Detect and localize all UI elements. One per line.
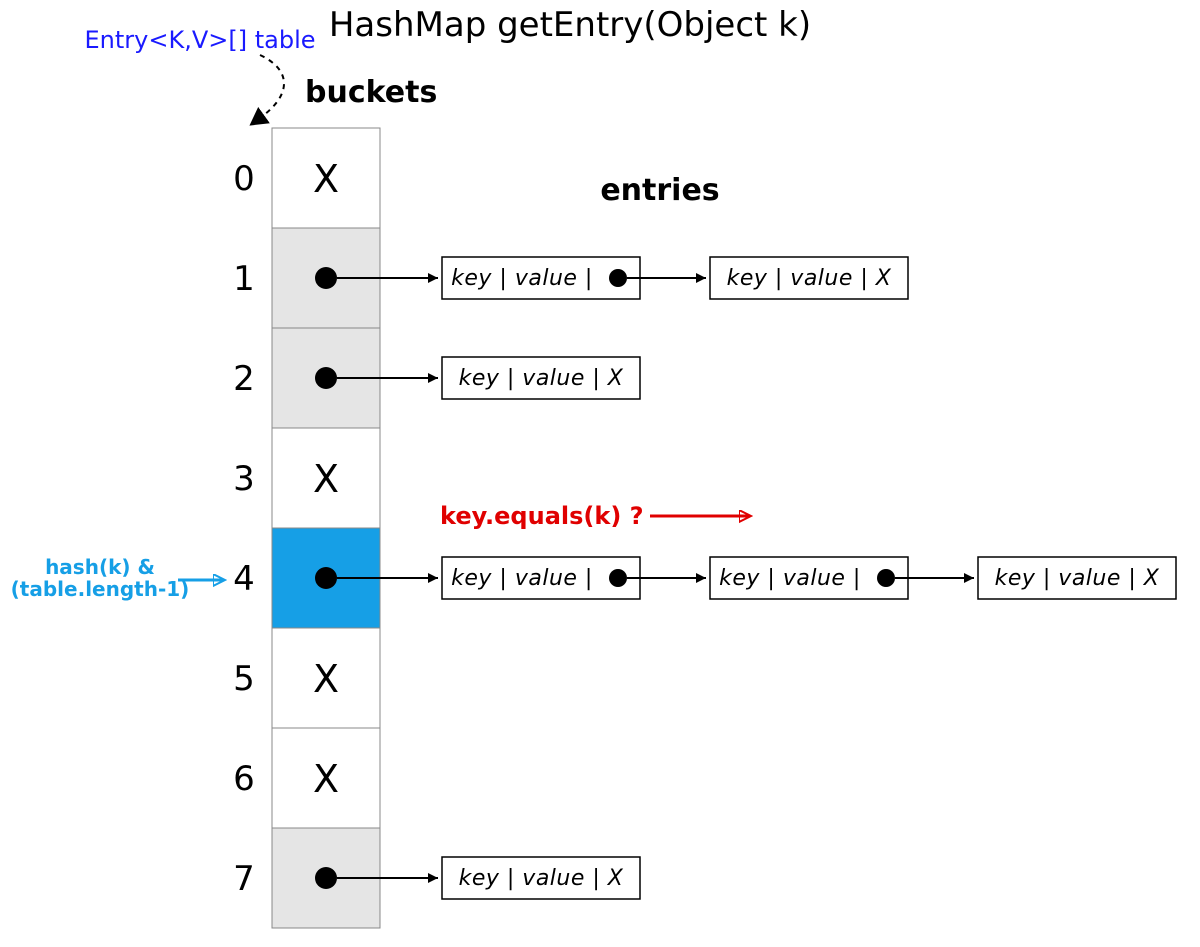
bucket-index-2: 2 <box>233 359 255 399</box>
hash-label-line2: (table.length-1) <box>11 577 190 601</box>
bucket-null-3: X <box>313 457 339 501</box>
entry-next-dot-1-0 <box>609 269 627 287</box>
bucket-null-0: X <box>313 157 339 201</box>
hash-label-line1: hash(k) & <box>45 555 155 579</box>
bucket-pointer-2 <box>315 367 337 389</box>
entry-text-4-1: key | value | <box>719 566 861 591</box>
entry-next-dot-4-1 <box>877 569 895 587</box>
entry-next-dot-4-0 <box>609 569 627 587</box>
buckets-label: buckets <box>305 75 437 110</box>
entry-text-2-0: key | value | X <box>459 366 624 391</box>
entry-text-1-1: key | value | X <box>727 266 892 291</box>
bucket-null-5: X <box>313 657 339 701</box>
bucket-index-6: 6 <box>233 759 255 799</box>
entry-text-4-2: key | value | X <box>995 566 1160 591</box>
bucket-index-5: 5 <box>233 659 255 699</box>
entry-text-1-0: key | value | <box>451 266 593 291</box>
bucket-pointer-1 <box>315 267 337 289</box>
entry-text-7-0: key | value | X <box>459 866 624 891</box>
bucket-pointer-4 <box>315 567 337 589</box>
equals-label: key.equals(k) ? <box>440 502 644 530</box>
bucket-index-4: 4 <box>233 559 255 599</box>
bucket-index-7: 7 <box>233 859 255 899</box>
bucket-pointer-7 <box>315 867 337 889</box>
bucket-index-3: 3 <box>233 459 255 499</box>
diagram-title: HashMap getEntry(Object k) <box>329 5 811 45</box>
bucket-index-0: 0 <box>233 159 255 199</box>
bucket-null-6: X <box>313 757 339 801</box>
table-type-label: Entry<K,V>[] table <box>85 26 316 54</box>
bucket-index-1: 1 <box>233 259 255 299</box>
entry-text-4-0: key | value | <box>451 566 593 591</box>
table-arrow <box>260 55 284 118</box>
entries-label: entries <box>600 173 719 208</box>
